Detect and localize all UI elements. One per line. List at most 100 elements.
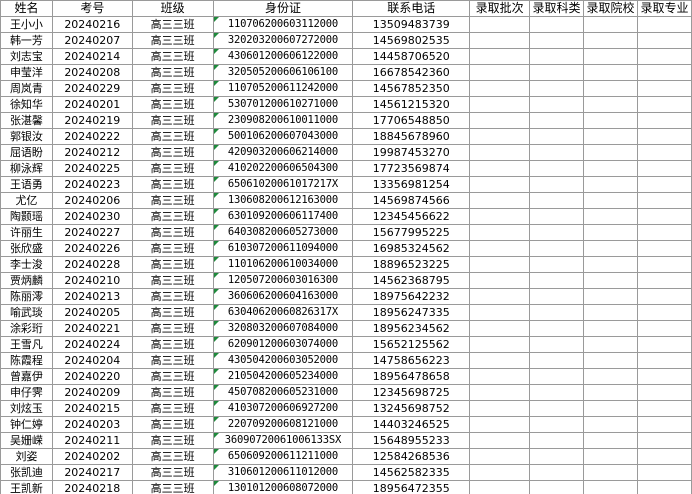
cell-admission-major[interactable] xyxy=(637,400,692,417)
cell-admission-category[interactable] xyxy=(529,144,585,161)
cell-exam-no[interactable]: 20240222 xyxy=(51,128,133,145)
cell-phone[interactable]: 14569802535 xyxy=(352,32,471,49)
cell-admission-major[interactable] xyxy=(637,480,692,494)
cell-admission-batch[interactable] xyxy=(469,112,531,129)
cell-admission-school[interactable] xyxy=(583,16,638,33)
cell-exam-no[interactable]: 20240224 xyxy=(51,336,133,353)
cell-admission-major[interactable] xyxy=(637,320,692,337)
cell-name[interactable]: 喻武琰 xyxy=(0,304,53,321)
cell-admission-school[interactable] xyxy=(583,304,638,321)
cell-admission-category[interactable] xyxy=(529,112,585,129)
cell-admission-batch[interactable] xyxy=(469,64,531,81)
cell-admission-category[interactable] xyxy=(529,256,585,273)
cell-class[interactable]: 高三三班 xyxy=(131,400,214,417)
cell-admission-batch[interactable] xyxy=(469,416,531,433)
cell-class[interactable]: 高三三班 xyxy=(131,336,214,353)
cell-class[interactable]: 高三三班 xyxy=(131,112,214,129)
cell-admission-category[interactable] xyxy=(529,288,585,305)
cell-admission-school[interactable] xyxy=(583,368,638,385)
cell-class[interactable]: 高三三班 xyxy=(131,320,214,337)
error-indicator-icon[interactable] xyxy=(214,65,219,70)
cell-admission-major[interactable] xyxy=(637,336,692,353)
error-indicator-icon[interactable] xyxy=(214,353,219,358)
cell-exam-no[interactable]: 20240220 xyxy=(51,368,133,385)
cell-id-card[interactable]: 320203200607272000 xyxy=(212,32,354,49)
error-indicator-icon[interactable] xyxy=(214,177,219,182)
cell-class[interactable]: 高三三班 xyxy=(131,432,214,449)
cell-name[interactable]: 柳泳辉 xyxy=(0,160,53,177)
cell-admission-category[interactable] xyxy=(529,96,585,113)
cell-phone[interactable]: 18956472355 xyxy=(352,480,471,494)
cell-admission-school[interactable] xyxy=(583,80,638,97)
cell-exam-no[interactable]: 20240226 xyxy=(51,240,133,257)
cell-admission-category[interactable] xyxy=(529,48,585,65)
cell-id-card[interactable]: 36090720061006133SX xyxy=(212,432,354,449)
cell-exam-no[interactable]: 20240203 xyxy=(51,416,133,433)
cell-admission-batch[interactable] xyxy=(469,272,531,289)
cell-name[interactable]: 张欣盛 xyxy=(0,240,53,257)
cell-admission-category[interactable] xyxy=(529,192,585,209)
error-indicator-icon[interactable] xyxy=(214,97,219,102)
cell-name[interactable]: 曾嘉伊 xyxy=(0,368,53,385)
cell-class[interactable]: 高三三班 xyxy=(131,352,214,369)
cell-phone[interactable]: 15648955233 xyxy=(352,432,471,449)
cell-name[interactable]: 许丽生 xyxy=(0,224,53,241)
cell-admission-batch[interactable] xyxy=(469,464,531,481)
cell-admission-batch[interactable] xyxy=(469,80,531,97)
cell-exam-no[interactable]: 20240230 xyxy=(51,208,133,225)
cell-name[interactable]: 钟仁婷 xyxy=(0,416,53,433)
error-indicator-icon[interactable] xyxy=(214,145,219,150)
cell-phone[interactable]: 16985324562 xyxy=(352,240,471,257)
cell-name[interactable]: 王凯新 xyxy=(0,480,53,494)
cell-class[interactable]: 高三三班 xyxy=(131,384,214,401)
cell-admission-school[interactable] xyxy=(583,416,638,433)
cell-name[interactable]: 贾炳麟 xyxy=(0,272,53,289)
cell-exam-no[interactable]: 20240208 xyxy=(51,64,133,81)
cell-name[interactable]: 韩一芳 xyxy=(0,32,53,49)
cell-admission-category[interactable] xyxy=(529,448,585,465)
cell-phone[interactable]: 14562582335 xyxy=(352,464,471,481)
cell-class[interactable]: 高三三班 xyxy=(131,368,214,385)
cell-admission-batch[interactable] xyxy=(469,48,531,65)
cell-phone[interactable]: 18956478658 xyxy=(352,368,471,385)
cell-id-card[interactable]: 650609200611211000 xyxy=(212,448,354,465)
header-phone[interactable]: 联系电话 xyxy=(352,0,471,17)
error-indicator-icon[interactable] xyxy=(214,17,219,22)
error-indicator-icon[interactable] xyxy=(214,337,219,342)
cell-name[interactable]: 张湛馨 xyxy=(0,112,53,129)
cell-class[interactable]: 高三三班 xyxy=(131,288,214,305)
cell-admission-major[interactable] xyxy=(637,368,692,385)
cell-admission-batch[interactable] xyxy=(469,288,531,305)
cell-admission-major[interactable] xyxy=(637,64,692,81)
cell-class[interactable]: 高三三班 xyxy=(131,96,214,113)
cell-admission-school[interactable] xyxy=(583,144,638,161)
cell-admission-major[interactable] xyxy=(637,288,692,305)
cell-id-card[interactable]: 410202200606504300 xyxy=(212,160,354,177)
cell-exam-no[interactable]: 20240211 xyxy=(51,432,133,449)
cell-exam-no[interactable]: 20240223 xyxy=(51,176,133,193)
cell-admission-school[interactable] xyxy=(583,192,638,209)
cell-name[interactable]: 申莹洋 xyxy=(0,64,53,81)
cell-admission-batch[interactable] xyxy=(469,192,531,209)
cell-exam-no[interactable]: 20240206 xyxy=(51,192,133,209)
cell-class[interactable]: 高三三班 xyxy=(131,448,214,465)
cell-admission-major[interactable] xyxy=(637,464,692,481)
cell-admission-school[interactable] xyxy=(583,464,638,481)
cell-admission-batch[interactable] xyxy=(469,160,531,177)
cell-exam-no[interactable]: 20240218 xyxy=(51,480,133,494)
cell-phone[interactable]: 15677995225 xyxy=(352,224,471,241)
header-name[interactable]: 姓名 xyxy=(0,0,53,17)
header-admission-school[interactable]: 录取院校 xyxy=(583,0,638,17)
error-indicator-icon[interactable] xyxy=(214,129,219,134)
cell-id-card[interactable]: 63040620060826317X xyxy=(212,304,354,321)
cell-admission-category[interactable] xyxy=(529,336,585,353)
cell-class[interactable]: 高三三班 xyxy=(131,16,214,33)
cell-admission-category[interactable] xyxy=(529,176,585,193)
cell-phone[interactable]: 14561215320 xyxy=(352,96,471,113)
header-admission-major[interactable]: 录取专业 xyxy=(637,0,692,17)
cell-admission-category[interactable] xyxy=(529,368,585,385)
cell-admission-major[interactable] xyxy=(637,176,692,193)
cell-admission-category[interactable] xyxy=(529,432,585,449)
cell-admission-school[interactable] xyxy=(583,208,638,225)
cell-admission-batch[interactable] xyxy=(469,240,531,257)
